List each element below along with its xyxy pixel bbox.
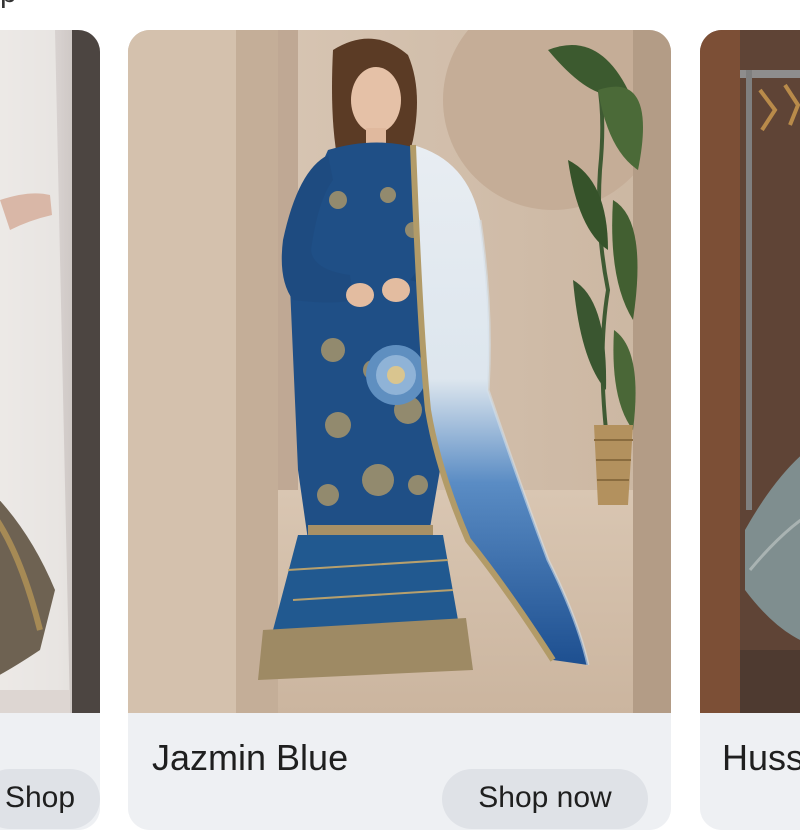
shop-now-button[interactable]: Shop now xyxy=(442,769,648,829)
product-carousel[interactable]: Shop now xyxy=(0,0,800,830)
shop-now-button-left[interactable]: Shop now xyxy=(0,769,100,829)
product-card-right-footer: Huss xyxy=(700,713,800,830)
product-card-left[interactable]: Shop now xyxy=(0,30,100,830)
product-card-jazmin-blue-footer: Jazmin Blue Shop now xyxy=(128,713,671,830)
product-title[interactable]: Jazmin Blue xyxy=(152,737,348,779)
product-card-right[interactable]: Huss xyxy=(700,30,800,830)
product-photo-left xyxy=(0,30,100,713)
product-card-jazmin-blue[interactable]: Jazmin Blue Shop now xyxy=(128,30,671,830)
product-photo-jazmin-blue xyxy=(128,30,671,713)
product-photo-right xyxy=(700,30,800,713)
product-card-left-footer: Shop now xyxy=(0,713,100,830)
product-image-left[interactable] xyxy=(0,30,100,713)
product-image-right[interactable] xyxy=(700,30,800,713)
product-title-right[interactable]: Huss xyxy=(722,737,800,779)
product-image-jazmin-blue[interactable] xyxy=(128,30,671,713)
